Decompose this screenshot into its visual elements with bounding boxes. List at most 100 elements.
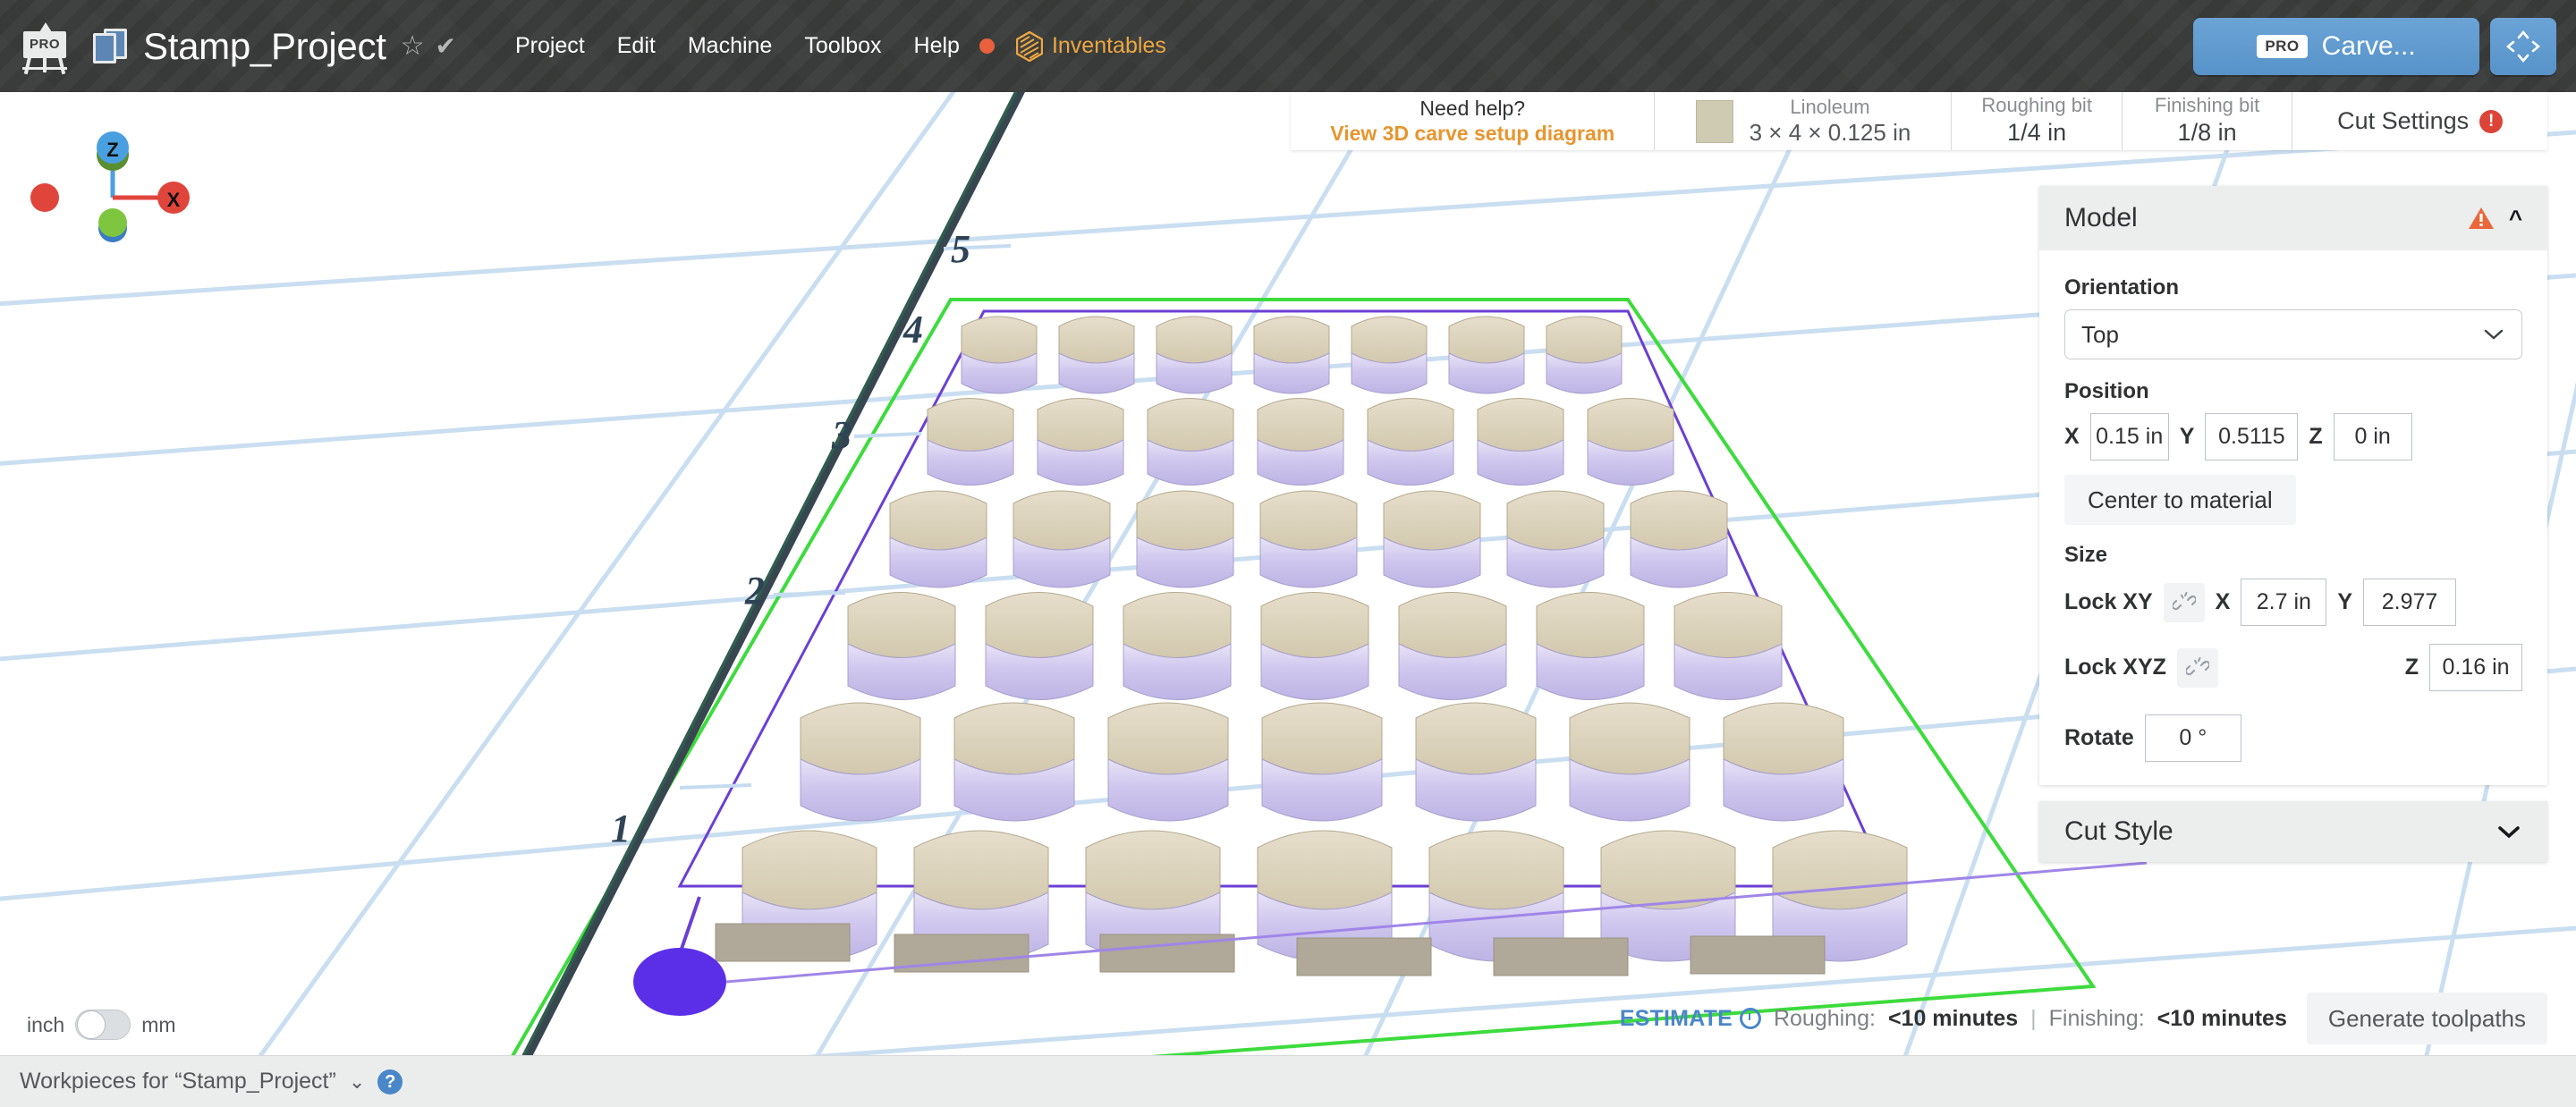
svg-text:5: 5 [951,227,970,271]
carve-pro-badge: PRO [2257,35,2307,58]
right-inspector-panel: Model ^ Orientation Top [2039,186,2547,862]
finishing-estimate-value: <10 minutes [2157,1006,2287,1032]
size-y-label: Y [2337,589,2352,615]
cut-settings-warning-icon: ! [2479,110,2503,133]
orientation-label: Orientation [2064,275,2522,300]
material-dimensions: 3 × 4 × 0.125 in [1750,119,1911,147]
project-title[interactable]: Stamp_Project [143,25,386,68]
lock-xy-label: Lock XY [2064,589,2153,615]
orientation-select[interactable]: Top [2064,309,2522,359]
view-3d-carve-setup-diagram-link[interactable]: View 3D carve setup diagram [1330,122,1614,146]
unit-inch-label: inch [27,1013,64,1037]
workpieces-statusbar: Workpieces for “Stamp_Project” ⌄ ? [0,1055,2576,1107]
finishing-bit-selector[interactable]: Finishing bit 1/8 in [2123,92,2292,150]
model-collapse-chevron-up-icon[interactable]: ^ [2509,207,2522,230]
roughing-bit-label: Roughing bit [1981,94,2092,117]
unit-mm-label: mm [141,1013,175,1037]
need-help-cell: Need help? View 3D carve setup diagram [1291,92,1655,150]
orientation-value: Top [2081,321,2119,349]
inventables-label: Inventables [1052,33,1166,59]
axis-z-label: Z [106,139,118,161]
rotate-label: Rotate [2064,725,2134,751]
center-to-material-button[interactable]: Center to material [2064,475,2296,525]
size-z-input[interactable]: 0.16 in [2429,644,2522,691]
cut-style-header[interactable]: Cut Style [2039,801,2547,862]
lock-xyz-toggle[interactable] [2177,648,2218,688]
unit-switch[interactable] [75,1010,131,1040]
warning-triangle-icon[interactable] [2468,206,2495,231]
position-z-label: Z [2309,424,2322,450]
material-swatch [1696,100,1733,143]
size-y-input[interactable]: 2.977 [2363,579,2456,626]
material-selector[interactable]: Linoleum 3 × 4 × 0.125 in [1655,92,1952,150]
menu-item-edit[interactable]: Edit [601,26,672,66]
position-x-input[interactable]: 0.15 in [2090,413,2169,461]
header-actions: PRO Carve... [2193,0,2556,92]
menu-item-toolbox[interactable]: Toolbox [788,26,897,66]
size-label: Size [2064,543,2522,568]
favorite-star-icon[interactable]: ☆ [401,33,425,60]
roughing-bit-selector[interactable]: Roughing bit 1/4 in [1952,92,2122,150]
svg-text:1: 1 [611,807,631,850]
cut-settings-label: Cut Settings [2337,107,2469,135]
axis-x-label: X [167,189,181,211]
rotate-input[interactable]: 0 ° [2145,714,2241,762]
position-y-input[interactable]: 0.5115 [2205,413,2298,461]
finishing-bit-label: Finishing bit [2155,94,2259,117]
position-y-label: Y [2180,424,2195,450]
jog-arrows-icon [2501,27,2546,66]
carve-button[interactable]: PRO Carve... [2193,18,2479,75]
axis-neg-x-dot [30,183,59,212]
rotate-row: Rotate 0 ° [2064,714,2522,762]
pro-badge-text: PRO [30,37,60,52]
unit-toggle[interactable]: inch mm [27,1010,176,1040]
setup-summary-bar: Need help? View 3D carve setup diagram L… [1291,92,2547,150]
broken-chain-icon [2186,656,2209,680]
size-xy-row: Lock XY X 2.7 in Y 2.977 [2064,579,2522,626]
model-card-body: Orientation Top Position X 0.15 in Y 0.5… [2039,250,2547,785]
menu-item-machine[interactable]: Machine [672,26,789,66]
roughing-bit-value: 1/4 in [2007,118,2066,148]
menu-item-help[interactable]: Help [898,26,976,66]
cut-style-expand-chevron-down-icon[interactable] [2496,824,2522,840]
lock-xyz-label: Lock XYZ [2064,655,2166,680]
estimate-separator: | [2030,1006,2037,1032]
inventables-brand[interactable]: Inventables [1016,31,1166,62]
menu-item-project[interactable]: Project [499,26,601,66]
cut-style-card: Cut Style [2039,801,2547,862]
inventables-logo-icon [1016,31,1043,62]
easel-pro-logo-icon[interactable]: PRO [20,19,70,74]
app-header: PRO Stamp_Project ☆ ✔ Project Edit Machi… [0,0,2576,92]
jog-control-button[interactable] [2490,18,2556,75]
roughing-estimate-value: <10 minutes [1888,1006,2018,1032]
svg-text:3: 3 [831,413,852,457]
roughing-estimate-key: Roughing: [1774,1006,1876,1032]
easel-app-window: 1 2 3 4 5 Z X [0,0,2576,1107]
lock-xy-toggle[interactable] [2164,583,2205,622]
axis-y-dot [98,208,127,237]
size-z-label: Z [2405,655,2419,680]
generate-toolpaths-button[interactable]: Generate toolpaths [2307,993,2547,1044]
carve-model[interactable] [716,317,1907,976]
size-x-label: X [2216,589,2231,615]
workpieces-expand-chevron-icon[interactable]: ⌄ [349,1070,365,1094]
workpieces-label: Workpieces for “Stamp_Project” [20,1069,336,1094]
project-stack-icon [93,29,127,64]
material-name: Linoleum [1790,96,1869,119]
model-card-title: Model [2064,203,2138,233]
broken-chain-icon [2173,591,2196,614]
model-card-header[interactable]: Model ^ [2039,186,2547,250]
position-label: Position [2064,379,2522,404]
finishing-bit-value: 1/8 in [2178,118,2237,148]
notification-dot-icon [979,38,995,54]
axis-orientation-gizmo[interactable]: Z X [13,128,191,253]
size-x-input[interactable]: 2.7 in [2241,579,2326,626]
main-menu: Project Edit Machine Toolbox Help Invent… [499,26,1166,66]
workpieces-help-icon[interactable]: ? [377,1069,402,1094]
estimate-label: ESTIMATE [1620,1006,1733,1032]
position-z-input[interactable]: 0 in [2334,413,2412,461]
carve-button-label: Carve... [2322,31,2416,62]
cut-settings-button[interactable]: Cut Settings ! [2292,92,2547,150]
svg-text:4: 4 [902,308,923,351]
saved-checkmark-icon: ✔ [435,34,455,59]
